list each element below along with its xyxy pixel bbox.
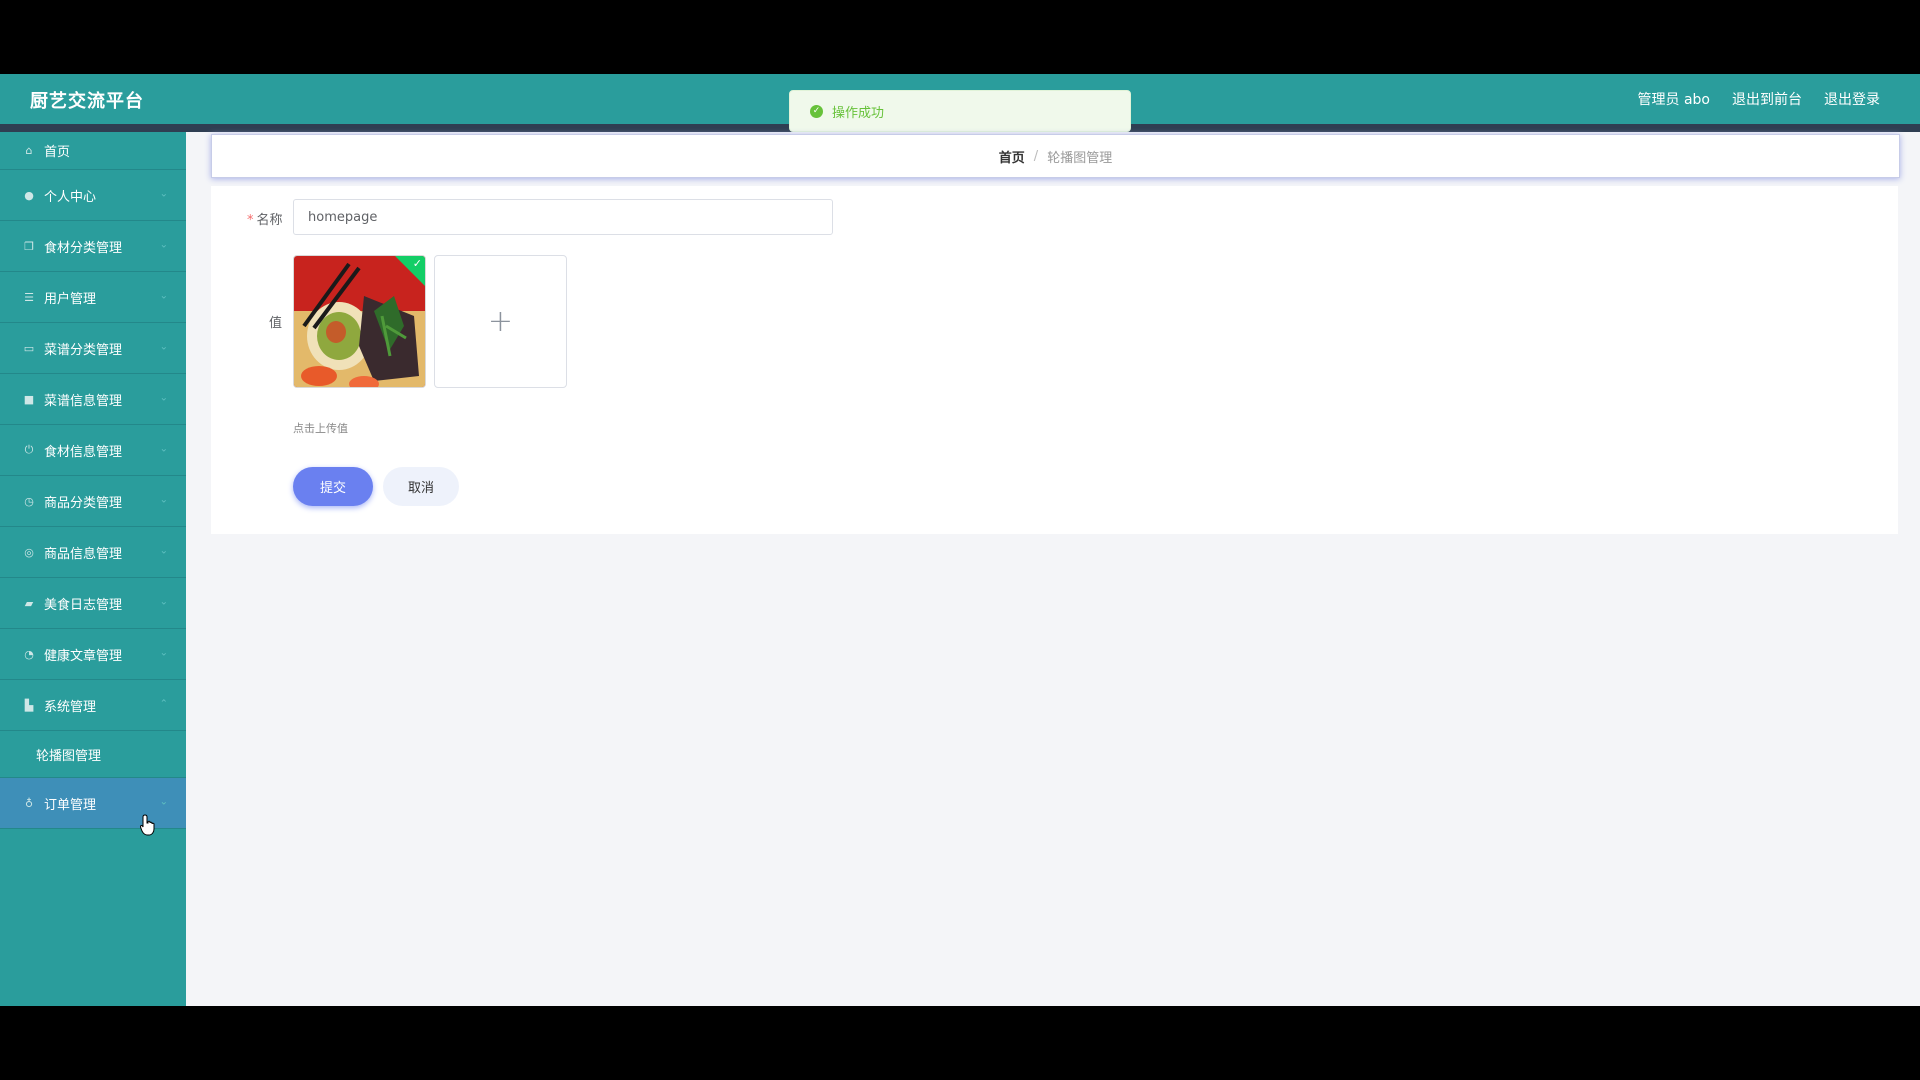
- success-toast: ✓ 操作成功: [789, 90, 1131, 132]
- clock-icon: ◷: [24, 494, 34, 508]
- required-asterisk: *: [247, 213, 254, 228]
- list-icon: ☰: [24, 290, 34, 304]
- admin-user-link[interactable]: 管理员 abo: [1638, 89, 1710, 109]
- hand-cursor-icon: [140, 814, 155, 836]
- app-window: 厨艺交流平台 管理员 abo 退出到前台 退出登录 ✓ 操作成功 ⌂ 首页 ● …: [0, 74, 1920, 1006]
- compass-icon: ◎: [24, 545, 34, 559]
- submit-button[interactable]: 提交: [293, 467, 373, 506]
- top-links: 管理员 abo 退出到前台 退出登录: [1638, 89, 1880, 109]
- chevron-down-icon: ⌄: [159, 494, 168, 506]
- name-input[interactable]: [293, 199, 833, 235]
- food-image: [294, 256, 425, 387]
- check-icon: ✓: [412, 257, 422, 270]
- breadcrumb-separator: /: [1033, 148, 1039, 164]
- chevron-down-icon: ⌄: [159, 796, 168, 808]
- sidebar-item-health-articles[interactable]: ◔ 健康文章管理 ⌄: [0, 629, 186, 680]
- sidebar-item-ingredient-info[interactable]: ⏻ 食材信息管理 ⌄: [0, 425, 186, 476]
- chevron-down-icon: ⌄: [159, 392, 168, 404]
- chevron-down-icon: ⌄: [159, 443, 168, 455]
- sidebar-item-label: 菜谱信息管理: [44, 393, 123, 409]
- chevron-down-icon: ⌄: [159, 239, 168, 251]
- gauge-icon: ◔: [24, 647, 34, 661]
- mic-icon: ♁: [24, 796, 34, 810]
- sidebar-item-personal-center[interactable]: ● 个人中心 ⌄: [0, 170, 186, 221]
- value-label: 值: [269, 316, 283, 331]
- chevron-down-icon: ⌄: [159, 596, 168, 608]
- sidebar-item-label: 商品信息管理: [44, 546, 123, 562]
- sidebar-item-label: 个人中心: [44, 189, 97, 205]
- carousel-edit-form: *名称 值 ✓ + 点击上传值: [211, 186, 1898, 534]
- chevron-down-icon: ⌄: [159, 545, 168, 557]
- breadcrumb-home[interactable]: 首页: [999, 147, 1025, 166]
- message-icon: ■: [23, 392, 35, 406]
- breadcrumb-current: 轮播图管理: [1047, 150, 1113, 166]
- uploaded-image-thumbnail[interactable]: ✓: [293, 255, 426, 388]
- copy-icon: ❐: [24, 239, 34, 253]
- sidebar-item-label: 订单管理: [44, 797, 97, 813]
- name-label: * 名称: [247, 213, 283, 228]
- sidebar-item-user-management[interactable]: ☰ 用户管理 ⌄: [0, 272, 186, 323]
- breadcrumb: 首页 / 轮播图管理: [211, 134, 1900, 178]
- sidebar-subitem-label: 轮播图管理: [36, 748, 102, 764]
- sidebar-item-ingredient-category[interactable]: ❐ 食材分类管理 ⌄: [0, 221, 186, 272]
- sidebar-item-label: 食材分类管理: [44, 240, 123, 256]
- sidebar-item-label: 系统管理: [44, 699, 97, 715]
- back-to-frontend-link[interactable]: 退出到前台: [1732, 89, 1802, 109]
- chart-icon: ▙: [24, 698, 34, 712]
- upload-hint: 点击上传值: [293, 422, 348, 435]
- sidebar-item-label: 商品分类管理: [44, 495, 123, 511]
- thumb-icon: ▰: [24, 596, 34, 610]
- sidebar: ⌂ 首页 ● 个人中心 ⌄ ❐ 食材分类管理 ⌄ ☰ 用户管理 ⌄ ▭ 菜谱分类…: [0, 132, 186, 1006]
- sidebar-item-home[interactable]: ⌂ 首页: [0, 132, 186, 170]
- user-icon: ●: [24, 188, 34, 202]
- plus-icon: +: [487, 304, 514, 339]
- chevron-down-icon: ⌄: [159, 290, 168, 302]
- sidebar-item-label: 食材信息管理: [44, 444, 123, 460]
- sidebar-item-label: 健康文章管理: [44, 648, 123, 664]
- sidebar-item-label: 美食日志管理: [44, 597, 123, 613]
- home-icon: ⌂: [25, 144, 33, 157]
- upload-add-button[interactable]: +: [434, 255, 567, 388]
- sidebar-item-label: 首页: [44, 145, 71, 160]
- sidebar-item-product-info[interactable]: ◎ 商品信息管理 ⌄: [0, 527, 186, 578]
- app-title: 厨艺交流平台: [30, 91, 144, 112]
- sidebar-item-order-management[interactable]: ♁ 订单管理 ⌄: [0, 778, 186, 829]
- sidebar-item-product-category[interactable]: ◷ 商品分类管理 ⌄: [0, 476, 186, 527]
- folder-icon: ▭: [23, 341, 35, 355]
- success-check-icon: ✓: [810, 104, 823, 118]
- sidebar-item-food-log[interactable]: ▰ 美食日志管理 ⌄: [0, 578, 186, 629]
- logout-link[interactable]: 退出登录: [1824, 89, 1880, 109]
- chevron-up-icon: ⌃: [159, 698, 168, 710]
- sidebar-subitem-carousel[interactable]: 轮播图管理: [0, 731, 186, 778]
- chevron-down-icon: ⌄: [159, 188, 168, 200]
- sidebar-item-label: 用户管理: [44, 291, 97, 307]
- sidebar-item-system-management[interactable]: ▙ 系统管理 ⌃: [0, 680, 186, 731]
- toast-message: 操作成功: [832, 105, 885, 121]
- chevron-down-icon: ⌄: [159, 341, 168, 353]
- sidebar-item-label: 菜谱分类管理: [44, 342, 123, 358]
- sidebar-item-recipe-category[interactable]: ▭ 菜谱分类管理 ⌄: [0, 323, 186, 374]
- chevron-down-icon: ⌄: [159, 647, 168, 659]
- sidebar-item-recipe-info[interactable]: ■ 菜谱信息管理 ⌄: [0, 374, 186, 425]
- power-icon: ⏻: [24, 443, 34, 456]
- cancel-button[interactable]: 取消: [383, 467, 459, 506]
